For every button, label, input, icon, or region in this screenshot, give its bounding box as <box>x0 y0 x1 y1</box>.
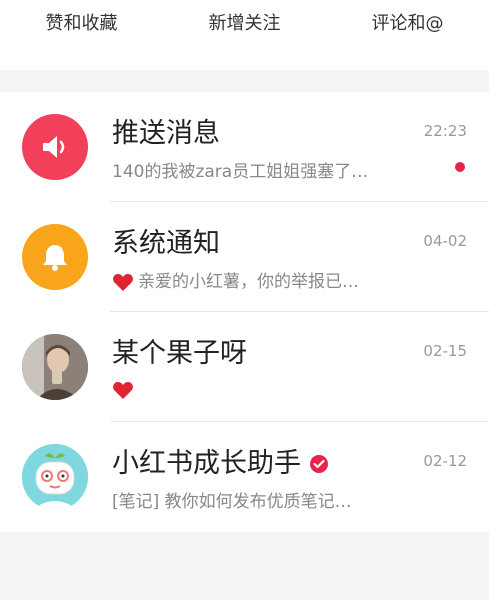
assistant-avatar-icon <box>22 444 88 510</box>
push-avatar <box>22 114 88 180</box>
user-avatar <box>22 334 88 400</box>
tab-new-followers[interactable]: 新增关注 <box>175 10 315 38</box>
message-time: 02-12 <box>423 452 467 470</box>
message-row-system[interactable]: 系统通知 亲爱的小红薯，你的举报已… 04-02 <box>0 202 489 312</box>
message-title: 推送消息 <box>112 118 220 149</box>
tab-likes-and-favorites[interactable]: 赞和收藏 <box>12 10 152 38</box>
message-row-user[interactable]: 某个果子呀 02-15 <box>0 312 489 422</box>
tab-comments-and-mentions[interactable]: 评论和@ <box>338 10 478 38</box>
message-preview-row: 亲爱的小红薯，你的举报已… <box>112 270 359 294</box>
bottom-area <box>0 532 489 600</box>
heart-icon <box>113 274 133 291</box>
unread-dot <box>455 162 465 172</box>
message-preview: 亲爱的小红薯，你的举报已… <box>138 272 359 292</box>
message-title: 小红书成长助手 <box>112 448 301 479</box>
speaker-icon <box>43 136 65 158</box>
message-title: 某个果子呀 <box>112 338 247 369</box>
message-time: 04-02 <box>423 232 467 250</box>
bell-icon <box>43 245 67 271</box>
verified-badge-icon <box>310 455 328 473</box>
section-gap <box>0 70 489 92</box>
message-row-push[interactable]: 推送消息 140的我被zara员工姐姐强塞了… 22:23 <box>0 92 489 202</box>
heart-icon <box>113 382 133 399</box>
message-title: 系统通知 <box>112 228 220 259</box>
system-avatar <box>22 224 88 290</box>
message-preview: 140的我被zara员工姐姐强塞了… <box>112 162 369 182</box>
message-title-row: 小红书成长助手 <box>112 446 329 482</box>
message-preview: [笔记] 教你如何发布优质笔记… <box>112 492 352 512</box>
message-list: 推送消息 140的我被zara员工姐姐强塞了… 22:23 系统通知 亲爱的小红… <box>0 92 489 532</box>
message-preview-row <box>112 380 138 400</box>
message-time: 02-15 <box>423 342 467 360</box>
assistant-avatar <box>22 444 88 510</box>
message-time: 22:23 <box>423 122 467 140</box>
message-tabs: 赞和收藏 新增关注 评论和@ <box>0 0 489 70</box>
user-photo <box>22 334 88 400</box>
message-row-assistant[interactable]: 小红书成长助手 [笔记] 教你如何发布优质笔记… 02-12 <box>0 422 489 532</box>
